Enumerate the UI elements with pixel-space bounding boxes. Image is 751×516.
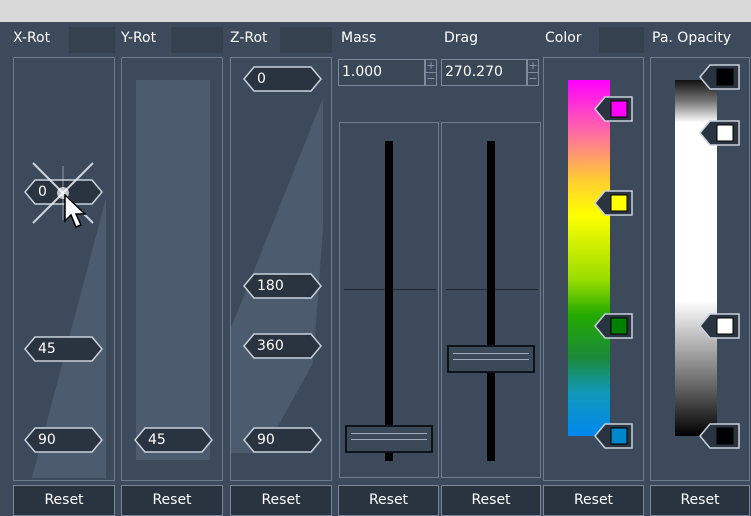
xrot-reset-button[interactable]: Reset [13,485,115,516]
arrow-cursor-icon [64,194,87,228]
drag-value-field[interactable]: 270.270 [441,59,527,86]
yrot-marker-45-label: 45 [148,432,166,448]
drag-fader-track [487,141,495,461]
mass-reset-button[interactable]: Reset [338,485,439,516]
opacity-header-label: Pa. Opacity [652,30,732,46]
drag-spinner[interactable]: + − [527,59,539,86]
zrot-marker-180[interactable]: 180 [243,273,323,299]
zrot-header: Z-Rot [230,25,332,53]
drag-fader-handle[interactable] [447,345,535,373]
xrot-ramp-shape [32,198,106,478]
zrot-reset-button[interactable]: Reset [230,485,332,516]
xrot-header: X-Rot [13,25,115,53]
mass-spinner[interactable]: + − [425,59,437,86]
yrot-marker-45[interactable]: 45 [134,427,214,453]
color-reset-button[interactable]: Reset [543,485,644,516]
color-gradient-bar [568,80,610,436]
zrot-marker-180-label: 180 [257,278,284,294]
zrot-ramp-shape [231,98,323,453]
color-track[interactable] [543,57,644,481]
yrot-range-fill [136,80,210,460]
yrot-reset-button[interactable]: Reset [121,485,223,516]
zrot-marker-90[interactable]: 90 [243,427,323,453]
drag-header-label: Drag [444,30,479,46]
color-header-label: Color [545,30,582,46]
xrot-header-field [69,27,115,53]
mass-header: Mass [338,25,439,53]
opacity-track[interactable] [650,57,750,481]
yrot-header-label: Y-Rot [121,30,157,46]
xrot-marker-45-label: 45 [38,341,56,357]
color-header-field [599,27,644,53]
drag-fader[interactable] [441,122,541,478]
xrot-track[interactable]: 0 45 90 [13,57,115,481]
mass-fader[interactable] [339,122,439,478]
opacity-stop-upper[interactable] [699,120,741,146]
opacity-stop-lower[interactable] [699,313,741,339]
drag-spin-down-icon[interactable]: − [528,73,538,85]
mass-fader-handle[interactable] [345,425,433,453]
xrot-marker-90-label: 90 [38,432,56,448]
drag-header: Drag [441,25,541,53]
mass-header-label: Mass [341,30,377,46]
zrot-track[interactable]: 0 180 360 90 [230,57,332,481]
mass-spin-down-icon[interactable]: − [426,73,436,85]
drag-reset-button[interactable]: Reset [441,485,541,516]
color-header: Color [543,25,644,53]
color-stop-yellow[interactable] [594,190,634,216]
zrot-marker-360-label: 360 [257,338,284,354]
zrot-marker-90-label: 90 [257,432,275,448]
color-stop-magenta[interactable] [594,96,634,122]
mass-fader-track [385,141,393,461]
yrot-track[interactable]: 45 [121,57,223,481]
yrot-header: Y-Rot [121,25,223,53]
zrot-marker-360[interactable]: 360 [243,333,323,359]
xrot-marker-45[interactable]: 45 [24,336,104,362]
color-stop-green[interactable] [594,313,634,339]
zrot-marker-0[interactable]: 0 [243,66,323,92]
xrot-marker-90[interactable]: 90 [24,427,104,453]
opacity-reset-button[interactable]: Reset [650,485,750,516]
opacity-stop-top[interactable] [699,64,741,90]
color-stop-blue[interactable] [594,423,634,449]
yrot-header-field [171,27,223,53]
opacity-header: Pa. Opacity [650,25,750,53]
zrot-header-field [280,27,332,53]
mass-value-field[interactable]: 1.000 [338,59,425,86]
top-strip [0,0,751,22]
zrot-marker-0-label: 0 [257,71,266,87]
opacity-stop-bottom[interactable] [699,423,741,449]
zrot-header-label: Z-Rot [230,30,268,46]
xrot-header-label: X-Rot [13,30,51,46]
